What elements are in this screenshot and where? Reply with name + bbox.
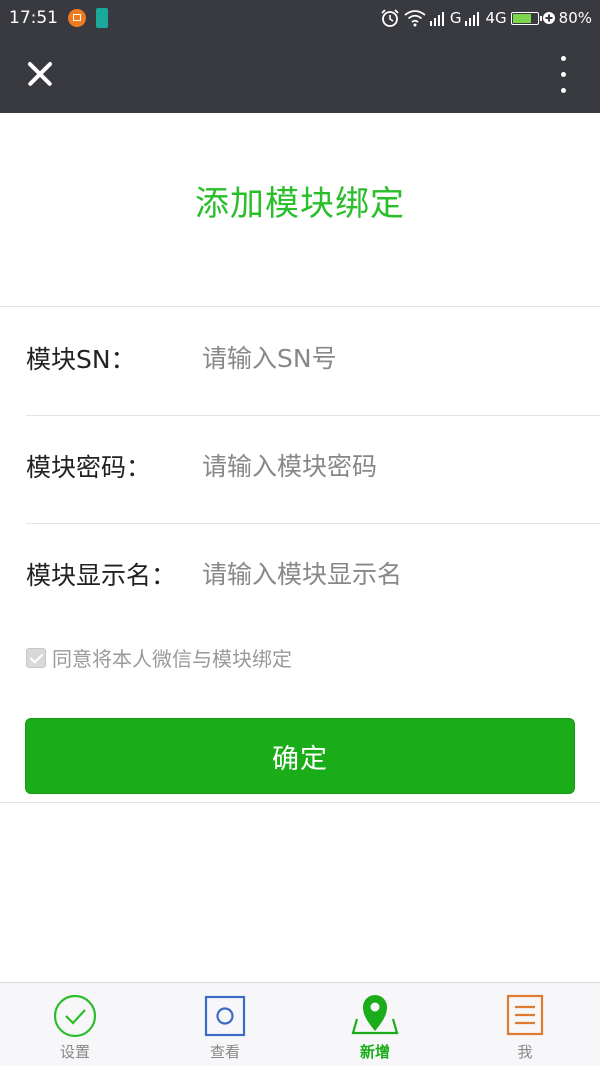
status-bar: 17:51 G 4G 80% [0,0,600,36]
tab-bar: 设置 查看 新增 我 [0,982,600,1066]
confirm-button[interactable]: 确定 [25,718,575,794]
display-name-row: 模块显示名： [26,524,600,624]
title-bar [0,36,600,113]
wifi-icon [404,10,426,27]
sn-input[interactable] [202,343,600,373]
tab-label: 新增 [359,1043,390,1061]
check-circle-icon [53,994,97,1038]
signal-icon [429,12,444,26]
agree-row: 同意将本人微信与模块绑定 [26,643,292,672]
alarm-icon [381,9,399,27]
notification-icon [68,9,86,27]
display-name-input[interactable] [202,559,600,589]
tab-me[interactable]: 我 [450,983,600,1066]
charging-plus-icon [542,12,555,24]
display-name-label: 模块显示名： [26,561,177,590]
signal-icon-2 [465,12,480,26]
app-notification-icon [96,8,108,28]
battery-icon [510,11,542,25]
status-time: 17:51 [9,8,58,28]
page-title: 添加模块绑定 [195,184,405,224]
tab-view[interactable]: 查看 [150,983,300,1066]
more-vertical-icon[interactable] [558,56,568,94]
agree-checkbox[interactable] [26,647,46,668]
sn-row: 模块SN： [26,308,600,408]
divider [0,802,600,803]
battery-percent: 80% [558,9,592,27]
view-square-icon [204,995,246,1037]
close-icon[interactable] [22,56,58,92]
sn-label: 模块SN： [26,345,136,374]
password-label: 模块密码： [26,453,152,482]
password-input[interactable] [202,451,600,481]
tab-add[interactable]: 新增 [300,983,450,1066]
network-type-1: G [449,9,462,27]
tab-label: 我 [517,1043,533,1061]
map-pin-icon [351,995,399,1035]
network-type-2: 4G [485,9,507,27]
tab-label: 设置 [59,1043,90,1061]
tab-settings[interactable]: 设置 [0,983,150,1066]
document-icon [506,994,544,1036]
tab-label: 查看 [209,1043,240,1061]
password-row: 模块密码： [26,416,600,516]
divider [0,306,600,307]
agree-text: 同意将本人微信与模块绑定 [52,647,292,671]
